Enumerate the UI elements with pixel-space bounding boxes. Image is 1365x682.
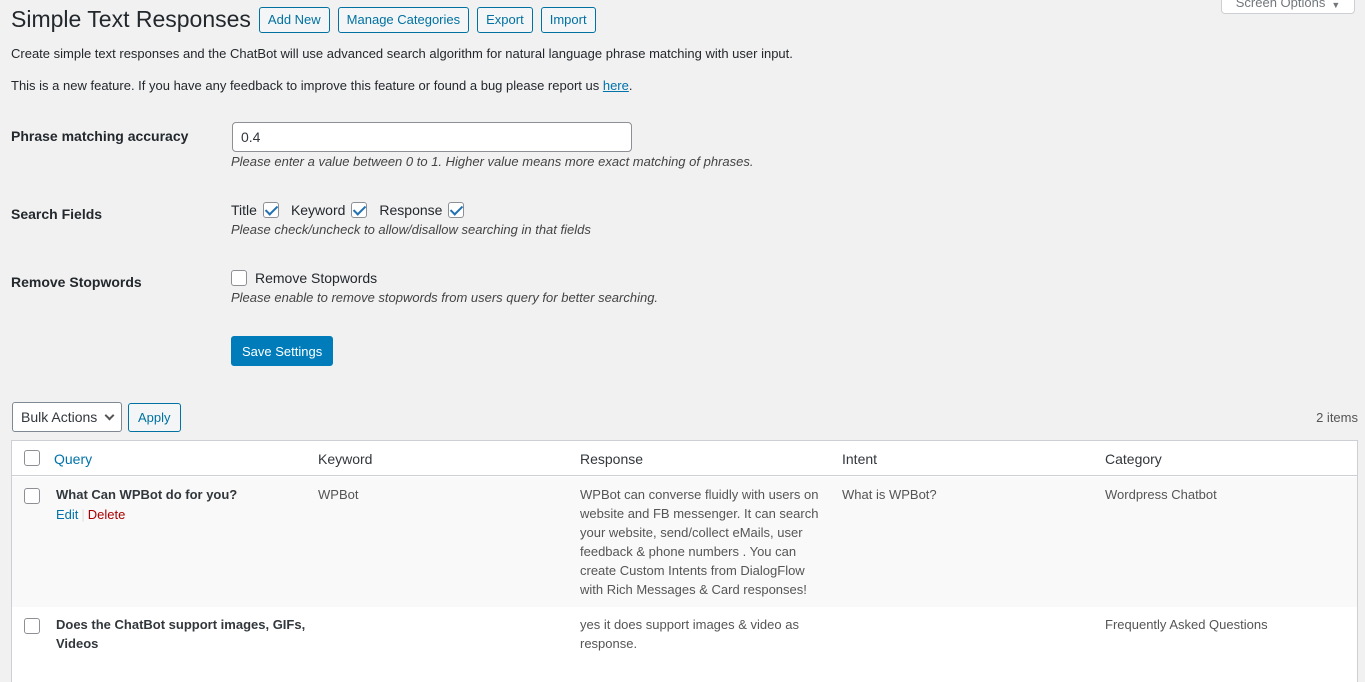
table-row: What Can WPBot do for you? Edit | Delete W…: [12, 477, 1357, 607]
search-fields-label: Search Fields: [11, 206, 103, 222]
row-actions: Edit | Delete: [56, 507, 125, 522]
bulk-actions-select[interactable]: Bulk Actions: [12, 402, 122, 432]
stopwords-group: Remove Stopwords: [231, 270, 377, 286]
stopwords-option-label: Remove Stopwords: [255, 270, 378, 286]
add-new-button[interactable]: Add New: [258, 6, 330, 33]
accuracy-desc: Please enter a value between 0 to 1. Hig…: [231, 154, 754, 169]
column-category: Category: [1105, 451, 1162, 467]
row-query[interactable]: Does the ChatBot support images, GIFs, V…: [56, 615, 306, 653]
row-category: Wordpress Chatbot: [1105, 487, 1217, 502]
feedback-notice: This is a new feature. If you have any f…: [11, 78, 633, 93]
save-settings-button[interactable]: Save Settings: [231, 336, 334, 366]
caret-down-icon: ▼: [1331, 0, 1341, 10]
title-checkbox[interactable]: [262, 202, 279, 218]
column-keyword: Keyword: [318, 451, 373, 467]
chevron-down-icon: [104, 410, 115, 420]
stopwords-label: Remove Stopwords: [11, 274, 142, 290]
edit-link[interactable]: Edit: [56, 507, 78, 522]
manage-categories-button[interactable]: Manage Categories: [337, 6, 470, 33]
responses-table: Query Keyword Response Intent Category W…: [11, 440, 1358, 682]
row-keyword: WPBot: [318, 487, 359, 502]
column-intent: Intent: [842, 451, 878, 467]
row-checkbox[interactable]: [24, 488, 40, 504]
response-checkbox[interactable]: [448, 202, 465, 218]
notice-suffix: .: [628, 78, 633, 93]
stopwords-checkbox[interactable]: [231, 270, 247, 286]
bulk-actions-value: Bulk Actions: [21, 409, 98, 425]
row-response: yes it does support images & video as re…: [580, 617, 799, 651]
row-category: Frequently Asked Questions: [1105, 617, 1268, 632]
keyword-option-label: Keyword: [290, 202, 346, 218]
column-response: Response: [580, 451, 644, 467]
keyword-checkbox[interactable]: [351, 202, 368, 218]
notice-text: This is a new feature. If you have any f…: [11, 78, 603, 93]
row-response: WPBot can converse fluidly with users on…: [580, 487, 819, 597]
title-option-label: Title: [231, 202, 257, 218]
action-separator: |: [81, 507, 85, 522]
page-title: Simple Text Responses: [11, 6, 251, 32]
export-button[interactable]: Export: [477, 6, 533, 33]
report-link[interactable]: here: [603, 78, 629, 93]
select-all-checkbox[interactable]: [24, 450, 40, 466]
response-option-label: Response: [379, 202, 443, 218]
items-count: 2 items: [1316, 410, 1358, 425]
page-header: Simple Text Responses Add New Manage Cat…: [11, 5, 596, 34]
row-checkbox[interactable]: [24, 618, 40, 634]
screen-options-tab[interactable]: Screen Options ▼: [1221, 0, 1355, 14]
import-button[interactable]: Import: [540, 6, 596, 33]
accuracy-label: Phrase matching accuracy: [11, 128, 189, 144]
intro-text: Create simple text responses and the Cha…: [11, 46, 793, 61]
stopwords-desc: Please enable to remove stopwords from u…: [231, 290, 659, 305]
search-fields-desc: Please check/uncheck to allow/disallow s…: [231, 222, 591, 237]
row-query[interactable]: What Can WPBot do for you?: [56, 485, 296, 504]
search-fields-group: Title Keyword Response: [231, 202, 465, 218]
table-header: Query Keyword Response Intent Category: [12, 441, 1357, 476]
table-row: Does the ChatBot support images, GIFs, V…: [12, 607, 1357, 682]
column-query[interactable]: Query: [54, 451, 92, 467]
apply-button[interactable]: Apply: [128, 403, 181, 432]
row-intent: What is WPBot?: [842, 487, 937, 502]
screen-options-label: Screen Options: [1235, 0, 1326, 10]
accuracy-input[interactable]: [232, 122, 632, 152]
delete-link[interactable]: Delete: [88, 507, 126, 522]
